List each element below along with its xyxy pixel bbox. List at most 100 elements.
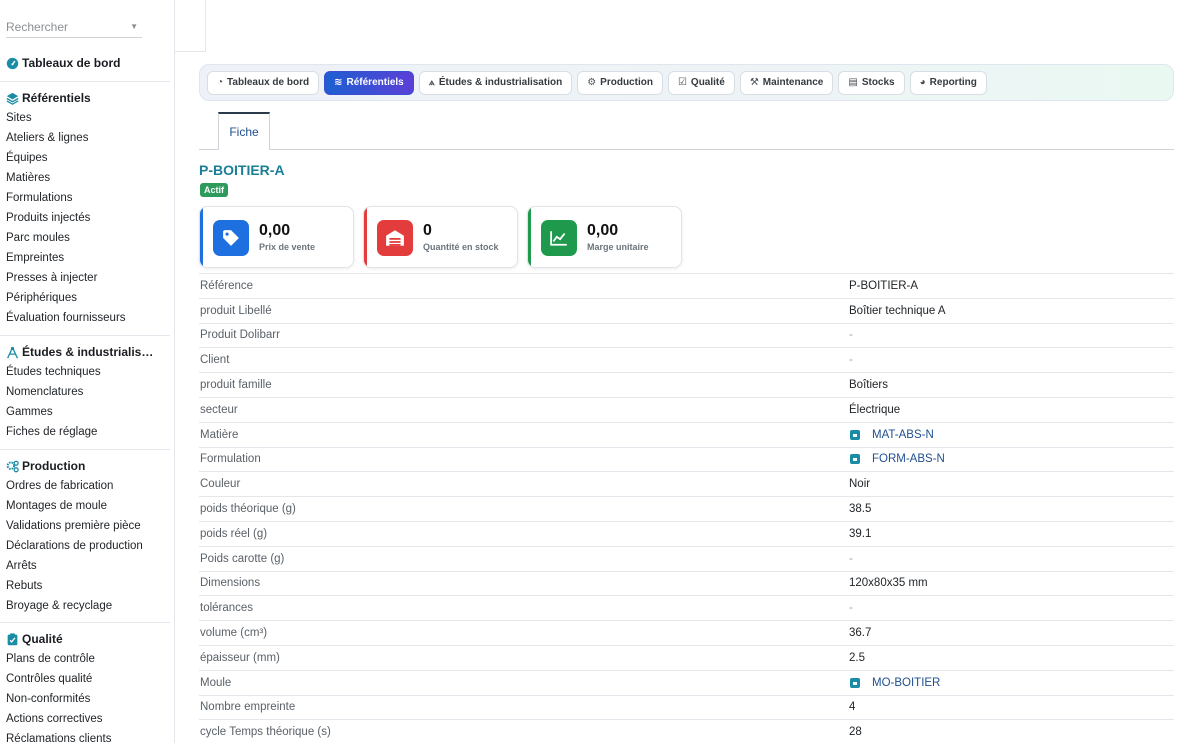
field-label: Couleur: [200, 478, 241, 491]
table-row: secteur Électrique: [199, 396, 1174, 422]
table-row: Moule MO-BOITIER: [199, 669, 1174, 695]
sidebar-item[interactable]: Sites: [0, 108, 170, 128]
nav-label: Reporting: [929, 77, 977, 88]
table-row: Formulation FORM-ABS-N: [199, 446, 1174, 472]
nav-button-stocks[interactable]: ▤ Stocks: [838, 70, 905, 95]
table-row: épaisseur (mm) 2.5: [199, 644, 1174, 670]
kpi-card-marge: 0,00 Marge unitaire: [527, 206, 682, 268]
sidebar-item[interactable]: Ateliers & lignes: [0, 128, 170, 148]
chart-pie-icon: ◕: [919, 77, 926, 88]
field-label: tolérances: [200, 602, 254, 615]
top-nav: ◔ Tableaux de bord ≋ Référentiels ⟑ Études …: [199, 64, 1174, 101]
table-row: tolérances -: [199, 595, 1174, 620]
wrench-icon: ⚒: [749, 77, 759, 88]
sidebar-group-production: Production Ordres de fabrication Montage…: [0, 456, 170, 616]
nav-button-production[interactable]: ⚙ Production: [577, 70, 663, 95]
sidebar-item[interactable]: Ordres de fabrication: [0, 476, 170, 496]
table-row: Dimensions 120x80x35 mm: [199, 570, 1174, 596]
sidebar-group-header[interactable]: Études & industrialis…: [0, 342, 170, 362]
field-label: Moule: [200, 676, 232, 689]
nav-button-referentiels[interactable]: ≋ Référentiels: [324, 70, 414, 95]
object-link-icon[interactable]: [850, 677, 860, 688]
object-link-icon[interactable]: [850, 429, 860, 440]
search-placeholder: Rechercher: [6, 19, 69, 34]
kpi-card-prix: 0,00 Prix de vente: [199, 206, 354, 268]
sidebar-item[interactable]: Matières: [0, 168, 170, 188]
nav-button-reporting[interactable]: ◕ Reporting: [909, 70, 987, 95]
sidebar-item[interactable]: Broyage & recyclage: [0, 596, 170, 616]
field-label: Poids carotte (g): [200, 552, 285, 565]
field-value[interactable]: MO-BOITIER: [849, 677, 940, 689]
field-value: 4: [849, 701, 856, 714]
sidebar-item[interactable]: Arrêts: [0, 556, 170, 576]
field-label: cycle Temps théorique (s): [200, 726, 331, 739]
sidebar-item[interactable]: Évaluation fournisseurs: [0, 308, 170, 328]
sidebar-dashboard[interactable]: Tableaux de bord: [0, 53, 170, 73]
search-select[interactable]: Rechercher ▼: [6, 16, 142, 38]
tag-icon: [213, 220, 249, 256]
sidebar-item[interactable]: Nomenclatures: [0, 382, 170, 402]
field-value: 38.5: [849, 503, 872, 516]
field-label: produit famille: [200, 379, 272, 392]
nav-button-tableaux-de-bord[interactable]: ◔ Tableaux de bord: [207, 70, 320, 95]
sidebar-item[interactable]: Gammes: [0, 402, 170, 422]
sidebar-item[interactable]: Contrôles qualité: [0, 669, 170, 689]
sidebar-item[interactable]: Parc moules: [0, 228, 170, 248]
nav-label: Maintenance: [762, 77, 824, 88]
sidebar-item[interactable]: Équipes: [0, 148, 170, 168]
clipboard-check-icon: ☑: [677, 77, 687, 88]
field-value: 36.7: [849, 627, 872, 640]
sidebar-item[interactable]: Plans de contrôle: [0, 649, 170, 669]
field-value: -: [849, 602, 853, 615]
field-value[interactable]: FORM-ABS-N: [849, 453, 945, 465]
divider: [0, 449, 170, 450]
card-accent: [364, 207, 367, 267]
gears-icon: ⚙: [587, 77, 597, 88]
sidebar-item[interactable]: Actions correctives: [0, 709, 170, 729]
table-row: Couleur Noir: [199, 471, 1174, 496]
sidebar-item[interactable]: Formulations: [0, 188, 170, 208]
sidebar-item[interactable]: Non-conformités: [0, 689, 170, 709]
field-value: Noir: [849, 478, 871, 491]
nav-button-qualite[interactable]: ☑ Qualité: [667, 70, 735, 95]
formulation-link[interactable]: FORM-ABS-N: [872, 453, 945, 465]
moule-link[interactable]: MO-BOITIER: [872, 677, 940, 689]
table-row: produit Libellé Boîtier technique A: [199, 297, 1174, 323]
layers-icon: [6, 92, 19, 105]
field-value: Électrique: [849, 403, 901, 416]
page-title: P-BOITIER-A: [199, 162, 285, 178]
field-value[interactable]: MAT-ABS-N: [849, 429, 934, 441]
matiere-link[interactable]: MAT-ABS-N: [872, 429, 934, 441]
sidebar-item[interactable]: Déclarations de production: [0, 536, 170, 556]
tab-fiche[interactable]: Fiche: [218, 112, 270, 150]
sidebar-group-header[interactable]: Qualité: [0, 629, 170, 649]
chevron-down-icon[interactable]: ▼: [130, 22, 138, 31]
sidebar-item[interactable]: Validations première pièce: [0, 516, 170, 536]
nav-label: Qualité: [690, 77, 725, 88]
warehouse-icon: ▤: [848, 77, 858, 88]
sidebar-item[interactable]: Produits injectés: [0, 208, 170, 228]
object-link-icon[interactable]: [850, 454, 860, 465]
sidebar-group-header[interactable]: Production: [0, 456, 170, 476]
field-value: -: [849, 329, 853, 342]
compass-icon: [7, 346, 18, 358]
sidebar-group-header[interactable]: Référentiels: [0, 88, 170, 108]
sidebar-item[interactable]: Périphériques: [0, 288, 170, 308]
sidebar-item[interactable]: Études techniques: [0, 362, 170, 382]
header-corner: [175, 0, 206, 52]
nav-button-etudes[interactable]: ⟑ Études & industrialisation: [418, 70, 573, 95]
sidebar-item[interactable]: Fiches de réglage: [0, 422, 170, 442]
divider: [0, 622, 170, 623]
field-label: Formulation: [200, 453, 261, 466]
sidebar-group-title: Qualité: [22, 632, 63, 646]
field-label: produit Libellé: [200, 304, 272, 317]
chart-line-icon: [541, 220, 577, 256]
sidebar-item[interactable]: Rebuts: [0, 576, 170, 596]
gauge-icon: ◔: [217, 77, 224, 88]
sidebar-item[interactable]: Réclamations clients: [0, 729, 170, 743]
table-row: poids réel (g) 39.1: [199, 520, 1174, 546]
sidebar-item[interactable]: Presses à injecter: [0, 268, 170, 288]
nav-button-maintenance[interactable]: ⚒ Maintenance: [739, 70, 834, 95]
sidebar-item[interactable]: Empreintes: [0, 248, 170, 268]
sidebar-item[interactable]: Montages de moule: [0, 496, 170, 516]
